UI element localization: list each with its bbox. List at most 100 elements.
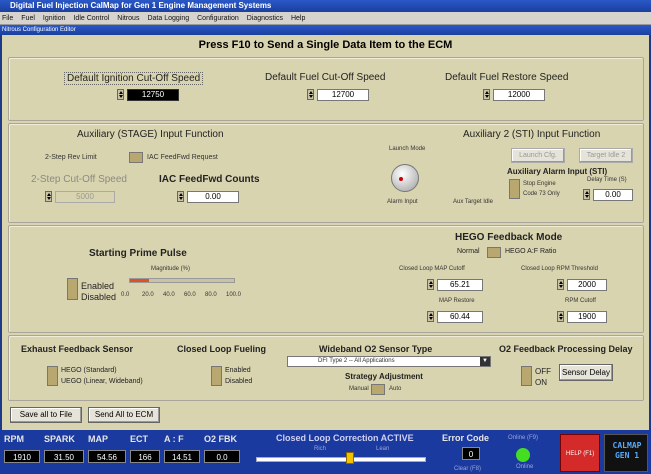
- map-restore-label: MAP Restore: [439, 298, 475, 304]
- aux-section: Auxiliary (STAGE) Input Function 2-Step …: [8, 123, 644, 223]
- banner: Press F10 to Send a Single Data Item to …: [198, 39, 453, 51]
- menu-item-diagnostics[interactable]: Diagnostics: [247, 15, 283, 22]
- sensor-section: Exhaust Feedback Sensor HEGO (Standard) …: [8, 335, 644, 401]
- gauge-value: 1910: [4, 450, 40, 463]
- delay-field[interactable]: 0.00: [593, 188, 633, 201]
- help-button[interactable]: HELP (F1): [560, 434, 600, 472]
- prime-hego-section: Starting Prime Pulse Magnitude (%) Enabl…: [8, 225, 644, 333]
- map-restore-field[interactable]: 60.44: [437, 310, 483, 323]
- gauge-header: O2 FBK: [204, 434, 238, 444]
- alarm-title: Auxiliary Alarm Input (STI): [507, 167, 608, 176]
- editor-subtitle: Nitrous Configuration Editor: [0, 25, 651, 35]
- magnitude-fill: [130, 279, 149, 282]
- online-label: Online (F9): [508, 435, 539, 441]
- rpm-cutoff-field[interactable]: 1900: [567, 310, 607, 323]
- closed-loop-enabled-label: Enabled: [225, 367, 251, 374]
- save-all-button[interactable]: Save all to File: [10, 407, 82, 423]
- menu-item-file[interactable]: File: [2, 15, 13, 22]
- logo: CALMAP GEN 1: [604, 434, 648, 472]
- gauge-value: 31.50: [44, 450, 84, 463]
- closed-loop-disabled-label: Disabled: [225, 378, 253, 385]
- online-indicator[interactable]: [516, 448, 530, 462]
- menu-item-fuel[interactable]: Fuel: [21, 15, 35, 22]
- sensor-delay-button[interactable]: Sensor Delay: [559, 364, 613, 381]
- magnitude-slider[interactable]: [129, 278, 235, 283]
- window-title: Digital Fuel Injection CalMap for Gen 1 …: [0, 0, 651, 12]
- main-panel: Press F10 to Send a Single Data Item to …: [2, 35, 649, 430]
- alarm-input-label: Alarm Input: [387, 199, 418, 205]
- ignition-cutoff-spinner[interactable]: [117, 89, 124, 100]
- map-cutoff-spinner[interactable]: [427, 279, 434, 290]
- hego-mode-toggle[interactable]: [487, 247, 501, 258]
- error-code-label: Error Code: [442, 433, 490, 443]
- gauge-value: 0.0: [204, 450, 240, 463]
- wideband-select[interactable]: DFI Type 2 -- All Applications ▼: [287, 356, 491, 367]
- map-cutoff-field[interactable]: 65.21: [437, 278, 483, 291]
- closed-loop-toggle[interactable]: [211, 366, 222, 386]
- fuel-cutoff-field[interactable]: 12700: [317, 88, 369, 101]
- mode-knob[interactable]: [391, 164, 419, 192]
- fuel-cutoff-spinner[interactable]: [307, 89, 314, 100]
- stage-function-toggle[interactable]: [129, 152, 143, 163]
- exhaust-sensor-toggle[interactable]: [47, 366, 58, 386]
- code73-label: Code 73 Only: [523, 191, 560, 197]
- correction-indicator: [345, 452, 354, 464]
- strategy-manual-label: Manual: [349, 386, 369, 392]
- prime-enable-toggle[interactable]: [67, 278, 78, 300]
- aux-stage-title: Auxiliary (STAGE) Input Function: [77, 129, 224, 140]
- menu-item-data-logging[interactable]: Data Logging: [147, 15, 189, 22]
- two-step-cutoff-field[interactable]: 5000: [55, 190, 115, 203]
- delay-spinner[interactable]: [583, 189, 590, 200]
- iac-request-label: IAC FeedFwd Request: [147, 154, 218, 161]
- two-step-cutoff-label: 2-Step Cut-Off Speed: [31, 174, 127, 185]
- chevron-down-icon[interactable]: ▼: [480, 357, 490, 366]
- o2-delay-toggle[interactable]: [521, 366, 532, 386]
- hego-normal-label: Normal: [457, 248, 480, 255]
- o2-on-label: ON: [535, 378, 547, 387]
- menu-item-idle-control[interactable]: Idle Control: [73, 15, 109, 22]
- gauge-readouts: RPM 1910 SPARK 31.50 MAP 54.56 ECT 166 A : F 14.5…: [4, 434, 274, 470]
- target-idle-button[interactable]: Target Idle 2: [579, 148, 633, 163]
- hego-standard-label: HEGO (Standard): [61, 367, 117, 374]
- fuel-restore-field[interactable]: 12000: [493, 88, 545, 101]
- wideband-selected: DFI Type 2 -- All Applications: [318, 358, 395, 364]
- iac-counts-field[interactable]: 0.00: [187, 190, 239, 203]
- ignition-cutoff-field[interactable]: 12750: [127, 88, 179, 101]
- prime-disabled-label: Disabled: [81, 292, 117, 302]
- menu-item-help[interactable]: Help: [291, 15, 305, 22]
- hego-title: HEGO Feedback Mode: [455, 232, 563, 243]
- magnitude-label: Magnitude (%): [151, 266, 191, 272]
- aux-sti-title: Auxiliary 2 (STI) Input Function: [463, 129, 601, 140]
- launch-mode-label: Launch Mode: [389, 146, 426, 152]
- magnitude-tick: 40.0: [163, 292, 175, 298]
- correction-track: [256, 457, 426, 462]
- uego-label: UEGO (Linear, Wideband): [61, 378, 143, 385]
- gauge-value: 166: [130, 450, 160, 463]
- clear-label[interactable]: Clear (F8): [454, 466, 481, 472]
- two-step-cutoff-spinner[interactable]: [45, 191, 52, 202]
- rpm-threshold-field[interactable]: 2000: [567, 278, 607, 291]
- launch-config-button[interactable]: Launch Cfg.: [511, 148, 565, 163]
- alarm-mode-toggle[interactable]: [509, 179, 520, 199]
- strategy-auto-label: Auto: [389, 386, 402, 392]
- help-label: HELP (F1): [566, 451, 595, 457]
- iac-counts-spinner[interactable]: [177, 191, 184, 202]
- fuel-restore-spinner[interactable]: [483, 89, 490, 100]
- fuel-restore-label: Default Fuel Restore Speed: [445, 72, 569, 83]
- rpm-threshold-spinner[interactable]: [557, 279, 564, 290]
- send-all-button[interactable]: Send All to ECM: [88, 407, 160, 423]
- defaults-section: Default Ignition Cut-Off Speed 12750 Def…: [8, 57, 644, 121]
- status-bar: RPM 1910 SPARK 31.50 MAP 54.56 ECT 166 A : F 14.5…: [0, 430, 651, 474]
- closed-loop-status: Closed Loop Correction ACTIVE: [276, 433, 414, 443]
- online-sub-label: Online: [516, 464, 534, 470]
- rich-label: Rich: [314, 446, 327, 452]
- menu-item-nitrous[interactable]: Nitrous: [117, 15, 139, 22]
- menu-item-configuration[interactable]: Configuration: [197, 15, 239, 22]
- gauge-header: MAP: [88, 434, 108, 444]
- error-code-value: 0: [462, 447, 480, 460]
- rpm-cutoff-spinner[interactable]: [557, 311, 564, 322]
- strategy-toggle[interactable]: [371, 384, 385, 395]
- lean-label: Lean: [376, 446, 390, 452]
- map-restore-spinner[interactable]: [427, 311, 434, 322]
- menu-item-ignition[interactable]: Ignition: [43, 15, 66, 22]
